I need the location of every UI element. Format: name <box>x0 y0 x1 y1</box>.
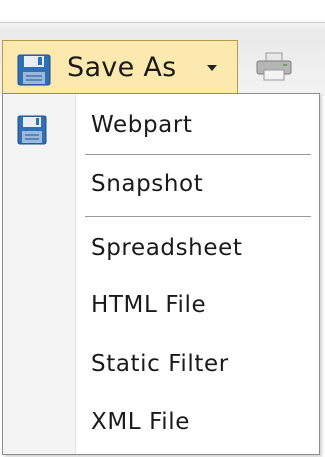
save-as-menu: Webpart Snapshot Spreadsheet HTML File S… <box>2 93 320 455</box>
save-as-button[interactable]: Save As <box>2 40 238 94</box>
chevron-down-icon[interactable] <box>207 65 217 71</box>
menu-item-spreadsheet[interactable]: Spreadsheet <box>3 225 319 273</box>
menu-item-label: Webpart <box>91 112 193 138</box>
menu-item-static-filter[interactable]: Static Filter <box>3 341 319 389</box>
menu-item-label: HTML File <box>91 292 207 318</box>
menu-item-snapshot[interactable]: Snapshot <box>3 161 319 209</box>
menu-item-html-file[interactable]: HTML File <box>3 282 319 330</box>
floppy-disk-icon <box>17 115 47 145</box>
menu-item-webpart[interactable]: Webpart <box>3 102 319 150</box>
menu-item-label: Static Filter <box>91 351 229 377</box>
menu-separator <box>85 154 311 155</box>
menu-item-xml-file[interactable]: XML File <box>3 399 319 447</box>
toolbar-divider <box>0 22 325 23</box>
menu-item-label: Snapshot <box>91 171 204 197</box>
menu-item-label: XML File <box>91 409 191 435</box>
save-as-label: Save As <box>67 52 177 83</box>
printer-icon[interactable] <box>255 52 293 82</box>
floppy-disk-icon <box>17 54 51 86</box>
toolbar: Save As <box>0 0 325 96</box>
menu-separator <box>85 216 311 217</box>
menu-item-label: Spreadsheet <box>91 235 243 261</box>
